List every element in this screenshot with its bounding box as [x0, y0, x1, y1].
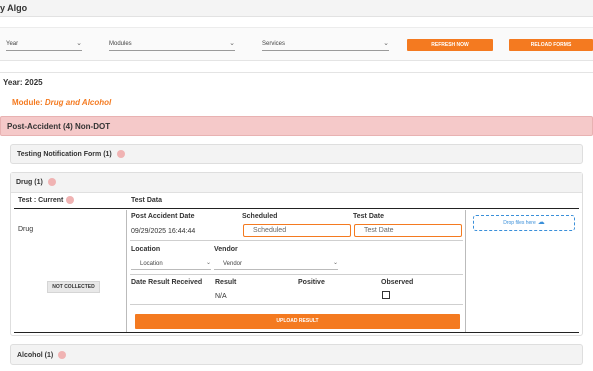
- drug-card-top[interactable]: Drug (1): [11, 173, 582, 193]
- tnf-card[interactable]: Testing Notification Form (1): [10, 144, 583, 164]
- status-badge: NOT COLLECTED: [47, 281, 100, 293]
- status-dot-icon: [66, 196, 75, 204]
- test-date-label: Test Date: [353, 213, 384, 220]
- row-divider: [130, 274, 463, 275]
- location-select[interactable]: Location ⌄: [131, 259, 211, 270]
- status-dot-icon: [47, 178, 56, 186]
- post-accident-date-value: 09/29/2025 16:44:44: [131, 228, 196, 235]
- location-select-value: Location: [140, 261, 163, 267]
- services-select-label: Services: [262, 41, 286, 47]
- module-name: Drug and Alcohol: [44, 98, 112, 107]
- section-title: Post-Accident (4) Non-DOT: [7, 122, 111, 131]
- header-divider: [14, 208, 579, 209]
- chevron-down-icon: ⌄: [383, 40, 389, 47]
- modules-select[interactable]: Modules ⌄: [109, 38, 235, 51]
- drug-card: Drug (1) Test : Current Test Data Drug N…: [10, 172, 583, 336]
- vendor-label: Vendor: [214, 246, 238, 253]
- row-divider: [130, 240, 463, 241]
- test-current-label: Test : Current: [18, 196, 64, 204]
- positive-label: Positive: [298, 279, 325, 286]
- module-prefix: Module:: [12, 98, 45, 107]
- alcohol-card-header: Alcohol (1): [17, 351, 67, 359]
- date-result-received-label: Date Result Received: [131, 279, 203, 286]
- location-label: Location: [131, 246, 161, 253]
- result-label: Result: [215, 279, 237, 286]
- year-header: Year: 2025: [0, 72, 593, 90]
- observed-label: Observed: [381, 279, 414, 286]
- alcohol-card-title: Alcohol (1): [17, 351, 54, 359]
- alcohol-card[interactable]: Alcohol (1): [10, 344, 583, 365]
- test-date-field[interactable]: Test Date: [354, 224, 462, 237]
- test-current-header: Test : Current: [18, 196, 75, 204]
- cloud-upload-icon: ☁: [537, 219, 545, 226]
- drug-card-title: Drug (1): [16, 178, 43, 186]
- chevron-down-icon: ⌄: [332, 260, 338, 266]
- title-bar: y Algo: [0, 0, 593, 17]
- filter-bar: Year ⌄ Modules ⌄ Services ⌄ REFRESH NOW …: [0, 27, 593, 61]
- column-divider: [465, 210, 466, 332]
- services-select[interactable]: Services ⌄: [262, 38, 389, 51]
- chevron-down-icon: ⌄: [229, 40, 235, 47]
- year-heading: Year: 2025: [3, 78, 43, 87]
- upload-result-button[interactable]: UPLOAD RESULT: [135, 314, 460, 329]
- module-label: Module: Drug and Alcohol: [12, 98, 111, 107]
- column-divider: [126, 210, 127, 332]
- post-accident-date-label: Post Accident Date: [131, 213, 195, 220]
- tnf-card-title: Testing Notification Form (1): [17, 150, 112, 158]
- modules-select-label: Modules: [109, 41, 132, 47]
- drug-card-header: Drug (1): [16, 178, 56, 186]
- year-select[interactable]: Year ⌄: [6, 38, 82, 51]
- chevron-down-icon: ⌄: [76, 40, 82, 47]
- app-title: y Algo: [0, 3, 28, 13]
- status-dot-icon: [58, 351, 67, 359]
- year-select-label: Year: [6, 41, 19, 47]
- refresh-now-button[interactable]: REFRESH NOW: [407, 39, 493, 51]
- file-drop-zone[interactable]: Drop files here ☁: [473, 215, 575, 231]
- reload-forms-button[interactable]: RELOAD FORMS: [509, 39, 593, 51]
- vendor-select-value: Vendor: [223, 261, 243, 267]
- vendor-select[interactable]: Vendor ⌄: [214, 259, 338, 270]
- test-data-header: Test Data: [131, 197, 162, 204]
- footer-divider: [14, 332, 579, 333]
- observed-checkbox[interactable]: [382, 291, 390, 299]
- scheduled-field[interactable]: Scheduled: [243, 224, 351, 237]
- chevron-down-icon: ⌄: [205, 260, 211, 266]
- scheduled-label: Scheduled: [242, 213, 278, 220]
- drug-name: Drug: [18, 226, 34, 233]
- section-header[interactable]: Post-Accident (4) Non-DOT: [0, 116, 593, 136]
- status-dot-icon: [116, 150, 125, 158]
- drop-label: Drop files here: [503, 220, 536, 226]
- row-divider: [130, 304, 463, 305]
- result-value: N/A: [215, 293, 227, 300]
- tnf-card-header: Testing Notification Form (1): [17, 150, 125, 158]
